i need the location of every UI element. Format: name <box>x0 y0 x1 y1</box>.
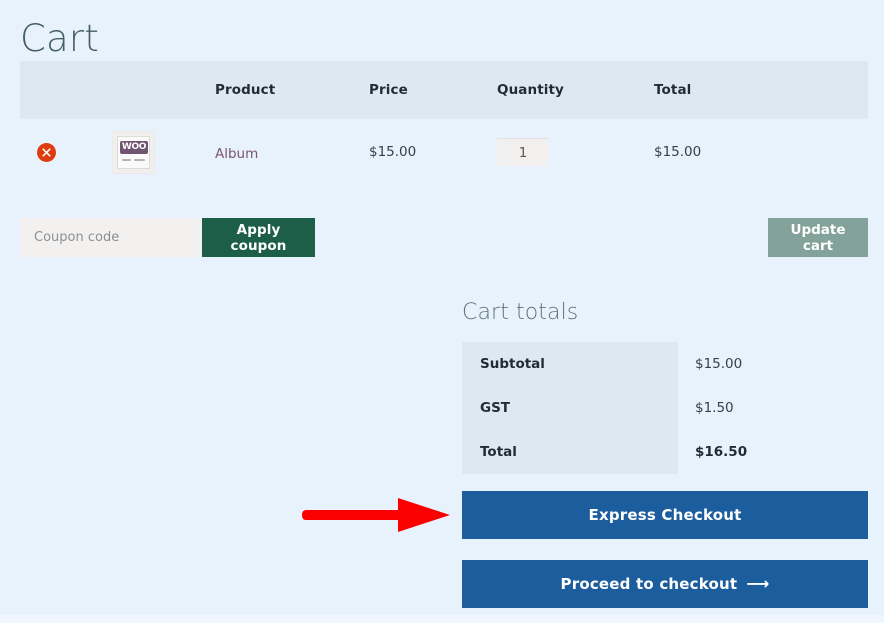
thumbnail-woo-label: WOO <box>120 140 148 154</box>
header-price: Price <box>369 82 408 98</box>
right-arrow-icon: ⟶ <box>746 574 770 593</box>
totals-label-total: Total <box>462 430 678 474</box>
cart-totals-table: Subtotal $15.00 GST $1.50 Total $16.50 <box>462 342 868 474</box>
totals-value-subtotal: $15.00 <box>695 356 743 372</box>
header-product: Product <box>215 82 276 98</box>
express-checkout-label: Express Checkout <box>588 506 742 524</box>
product-name-cell: Album <box>195 143 345 162</box>
cart-page: Cart Product Price Quantity Total WOO Al… <box>0 0 884 623</box>
product-link-album[interactable]: Album <box>215 146 258 162</box>
totals-row-subtotal: Subtotal $15.00 <box>462 342 868 386</box>
cart-table-header-row: Product Price Quantity Total <box>20 61 868 119</box>
red-pointer-arrow-icon <box>302 498 450 532</box>
totals-value-gst: $1.50 <box>695 400 734 416</box>
page-title: Cart <box>20 16 100 60</box>
apply-coupon-button[interactable]: Apply coupon <box>202 218 315 257</box>
express-checkout-button[interactable]: Express Checkout <box>462 491 868 539</box>
product-thumbnail-woo-album-icon[interactable]: WOO <box>112 130 155 174</box>
cart-actions-row: Apply coupon Update cart <box>20 218 868 257</box>
totals-value-total: $16.50 <box>695 444 748 460</box>
product-quantity-cell <box>479 138 635 166</box>
proceed-to-checkout-button[interactable]: Proceed to checkout ⟶ <box>462 560 868 608</box>
coupon-code-input[interactable] <box>20 218 202 257</box>
page-bottom-strip <box>0 615 884 623</box>
product-price: $15.00 <box>369 144 417 160</box>
remove-item-cell <box>20 142 72 162</box>
header-total: Total <box>654 82 692 98</box>
header-quantity: Quantity <box>497 82 564 98</box>
cart-item-row: WOO Album $15.00 $15.00 <box>20 119 868 185</box>
totals-row-gst: GST $1.50 <box>462 386 868 430</box>
product-thumbnail-cell: WOO <box>72 130 195 174</box>
update-cart-button[interactable]: Update cart <box>768 218 868 257</box>
cart-totals-title: Cart totals <box>462 300 579 325</box>
remove-item-icon[interactable] <box>36 142 56 162</box>
totals-label-subtotal: Subtotal <box>462 342 678 386</box>
product-line-total: $15.00 <box>654 144 702 160</box>
proceed-to-checkout-label: Proceed to checkout <box>560 575 738 593</box>
totals-label-gst: GST <box>462 386 678 430</box>
cart-table: Product Price Quantity Total WOO Album $… <box>20 61 868 185</box>
totals-row-total: Total $16.50 <box>462 430 868 474</box>
cart-totals-section: Cart totals Subtotal $15.00 GST $1.50 To… <box>462 300 868 474</box>
quantity-input[interactable] <box>497 138 549 166</box>
